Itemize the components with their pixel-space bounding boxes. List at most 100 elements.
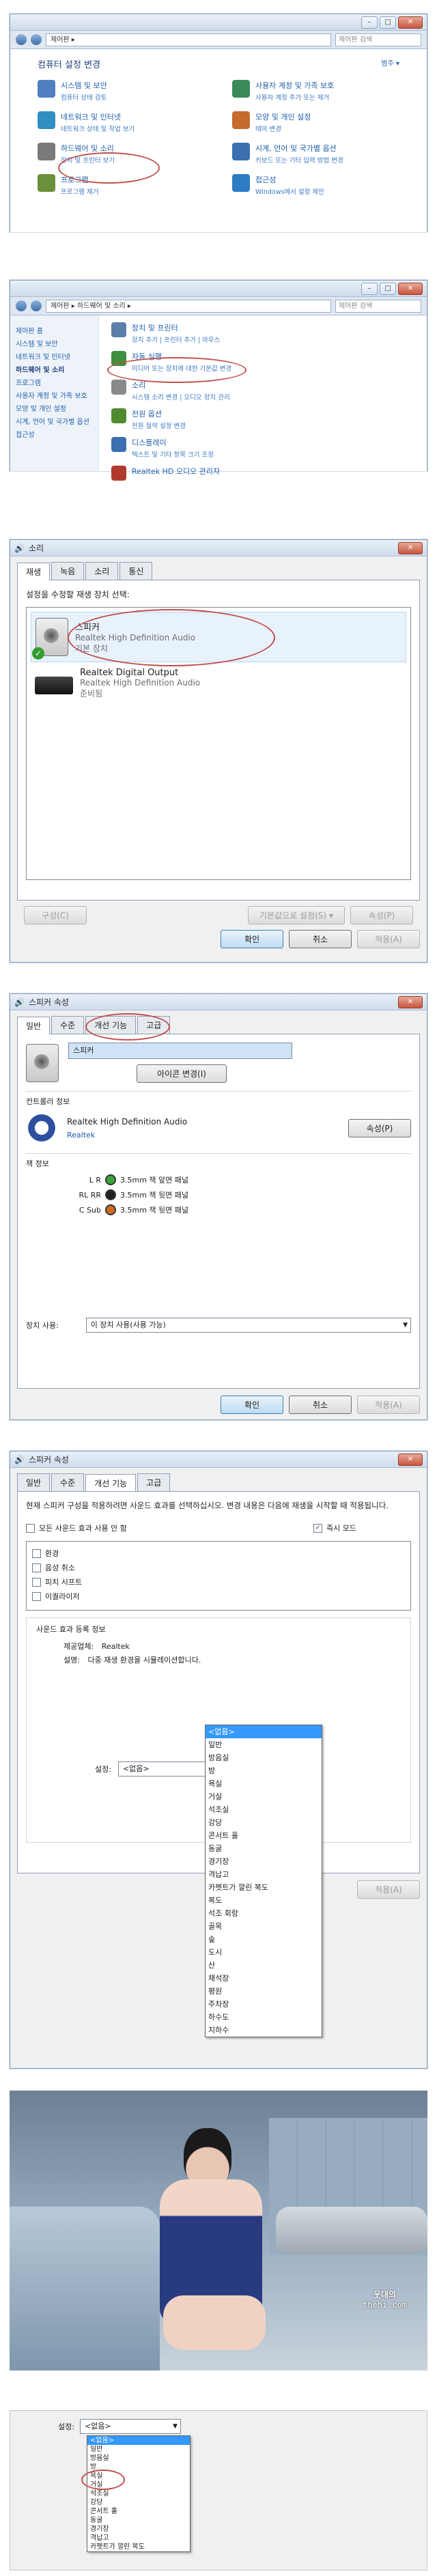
dropdown-option[interactable]: 지하수 xyxy=(206,2024,322,2037)
change-icon-button[interactable]: 아이콘 변경(I) xyxy=(137,1064,227,1083)
minimize-icon[interactable]: – xyxy=(361,16,378,29)
category-title[interactable]: 시스템 및 보안 xyxy=(61,80,107,91)
category-link[interactable]: Windows에서 설정 제안 xyxy=(255,186,324,196)
close-icon[interactable]: ✕ xyxy=(398,282,423,295)
tab[interactable]: 수준 xyxy=(51,1016,85,1034)
dropdown-option[interactable]: 평원 xyxy=(206,1985,322,1998)
immediate-mode-checkbox[interactable]: ✓ xyxy=(313,1523,323,1533)
dropdown-option[interactable]: 채석장 xyxy=(206,1972,322,1985)
hardware-item-links[interactable]: 시스템 소리 변경 | 오디오 장치 관리 xyxy=(132,392,230,401)
dropdown-option[interactable]: 석조 회랑 xyxy=(206,1907,322,1920)
properties-button[interactable]: 속성(P) xyxy=(350,906,413,924)
dropdown-option[interactable]: 방음실 xyxy=(206,1751,322,1764)
minimize-icon[interactable]: – xyxy=(361,282,378,295)
close-icon[interactable]: ✕ xyxy=(398,1453,423,1466)
sidebar-item[interactable]: 하드웨어 및 소리 xyxy=(16,364,93,374)
tab[interactable]: 재생 xyxy=(17,563,51,580)
category-item[interactable]: 시계, 언어 및 국가별 옵션 키보드 또는 기타 입력 방법 변경 xyxy=(232,143,399,165)
dropdown-option[interactable]: 경기장 xyxy=(87,2525,190,2534)
maximize-icon[interactable]: □ xyxy=(380,282,396,295)
dropdown-option[interactable]: 카펫트가 깔린 복도 xyxy=(87,2543,190,2551)
device-list[interactable]: ✓ 스피커 Realtek High Definition Audio 기본 장… xyxy=(26,607,411,880)
cancel-button[interactable]: 취소 xyxy=(289,1396,352,1414)
sidebar-item[interactable]: 접근성 xyxy=(16,429,93,439)
hardware-item[interactable]: 장치 및 프린터장치 추가 | 프린터 추가 | 마우스 xyxy=(111,322,414,344)
category-link[interactable]: 네트워크 상태 및 작업 보기 xyxy=(61,124,135,133)
setting-dropdown-list[interactable]: <없음> 일반 방음실 방 욕실 거실 석조실 강당 콘서트 홀 동굴 경기장 격납고 카펫트가 깔린 … xyxy=(205,1725,322,2037)
breadcrumb[interactable]: 제어판 ▸ xyxy=(46,33,331,46)
dropdown-option[interactable]: 일반 xyxy=(206,1738,322,1751)
category-item[interactable]: 모양 및 개인 설정테마 변경 xyxy=(232,111,399,133)
tab[interactable]: 통신 xyxy=(119,562,153,580)
category-title[interactable]: 시계, 언어 및 국가별 옵션 xyxy=(255,143,343,154)
hardware-item[interactable]: 디스플레이 텍스트 및 기타 항목 크기 조정 xyxy=(111,437,414,459)
effects-list[interactable]: 환경 음성 취소 피치 시프트 이퀄라이저 xyxy=(26,1541,411,1611)
sidebar-item[interactable]: 프로그램 xyxy=(16,377,93,387)
effect-item[interactable]: 환경 xyxy=(32,1548,405,1559)
forward-icon[interactable] xyxy=(31,34,42,45)
sidebar-item[interactable]: 네트워크 및 인터넷 xyxy=(16,351,93,361)
category-title[interactable]: 사용자 계정 및 가족 보호 xyxy=(255,80,334,91)
view-by-select[interactable]: 범주 ▾ xyxy=(381,57,399,70)
hardware-item-links[interactable]: 텍스트 및 기타 항목 크기 조정 xyxy=(132,449,214,459)
hardware-item-title[interactable]: 디스플레이 xyxy=(132,437,214,448)
apply-button[interactable]: 적용(A) xyxy=(357,1880,420,1899)
category-title[interactable]: 접근성 xyxy=(255,174,324,185)
category-link[interactable]: 프로그램 제거 xyxy=(61,186,98,196)
effect-checkbox[interactable] xyxy=(32,1548,41,1558)
category-item[interactable]: 네트워크 및 인터넷네트워크 상태 및 작업 보기 xyxy=(38,111,205,133)
search-input[interactable]: 제어판 검색 xyxy=(335,299,421,313)
dropdown-option[interactable]: 일반 xyxy=(87,2445,190,2454)
hardware-item-title[interactable]: Realtek HD 오디오 관리자 xyxy=(132,466,220,477)
dropdown-option[interactable]: 격납고 xyxy=(206,1868,322,1881)
category-title[interactable]: 네트워크 및 인터넷 xyxy=(61,111,135,122)
category-link[interactable]: 키보드 또는 기타 입력 방법 변경 xyxy=(255,155,343,165)
category-link[interactable]: 테마 변경 xyxy=(255,124,311,133)
effect-item[interactable]: 피치 시프트 xyxy=(32,1576,405,1587)
dropdown-option[interactable]: <없음> xyxy=(87,2436,190,2445)
device-digital-output[interactable]: Realtek Digital Output Realtek High Defi… xyxy=(31,662,406,705)
category-item[interactable]: 접근성 Windows에서 설정 제안 xyxy=(232,174,399,196)
dropdown-option[interactable]: 동굴 xyxy=(206,1842,322,1855)
dropdown-option[interactable]: 석조실 xyxy=(87,2489,190,2498)
dropdown-option[interactable]: 숲 xyxy=(206,1933,322,1946)
category-title[interactable]: 모양 및 개인 설정 xyxy=(255,111,311,122)
tab[interactable]: 소리 xyxy=(85,562,119,580)
dropdown-option[interactable]: 격납고 xyxy=(87,2534,190,2543)
dropdown-option[interactable]: 산 xyxy=(206,1959,322,1972)
dropdown-option[interactable]: <없음> xyxy=(206,1725,322,1738)
apply-button[interactable]: 적용(A) xyxy=(357,930,420,948)
setting-dropdown-list[interactable]: <없음> 일반 방음실 방 욕실 거실 석조실 강당 콘서트 홀 동굴 경기장 격납고 카펫트가 깔린 … xyxy=(87,2435,191,2552)
category-link[interactable]: 컴퓨터 상태 검토 xyxy=(61,92,107,102)
dropdown-option[interactable]: 카펫트가 깔린 복도 xyxy=(206,1881,322,1894)
dropdown-option[interactable]: 강당 xyxy=(87,2498,190,2507)
sidebar-item[interactable]: 시스템 및 보안 xyxy=(16,338,93,348)
hardware-item[interactable]: Realtek HD 오디오 관리자 xyxy=(111,466,414,481)
configure-button[interactable]: 구성(C) xyxy=(24,906,87,924)
hardware-item-links[interactable]: 장치 추가 | 프린터 추가 | 마우스 xyxy=(132,335,220,344)
dropdown-option[interactable]: 하수도 xyxy=(206,2011,322,2024)
breadcrumb[interactable]: 제어판 ▸ 하드웨어 및 소리 ▸ xyxy=(46,299,331,313)
tab[interactable]: 녹음 xyxy=(51,562,85,580)
back-icon[interactable] xyxy=(16,300,27,311)
tab[interactable]: 일반 xyxy=(17,1473,51,1491)
search-input[interactable]: 제어판 검색 xyxy=(335,33,421,46)
hardware-item-title[interactable]: 장치 및 프린터 xyxy=(132,322,220,333)
dropdown-option[interactable]: 방 xyxy=(206,1764,322,1777)
ok-button[interactable]: 확인 xyxy=(221,930,283,948)
effect-item[interactable]: 이퀄라이저 xyxy=(32,1591,405,1602)
sidebar-item[interactable]: 시계, 언어 및 국가별 옵션 xyxy=(16,416,93,426)
hardware-item[interactable]: 전원 옵션 전원 절약 설정 변경 xyxy=(111,408,414,430)
dropdown-option[interactable]: 콘서트 홀 xyxy=(206,1829,322,1842)
back-icon[interactable] xyxy=(16,34,27,45)
dropdown-option[interactable]: 강당 xyxy=(206,1816,322,1829)
dropdown-option[interactable]: 욕실 xyxy=(206,1777,322,1790)
cancel-button[interactable]: 취소 xyxy=(289,930,352,948)
dropdown-option[interactable]: 골목 xyxy=(206,1920,322,1933)
tab[interactable]: 고급 xyxy=(137,1473,171,1491)
dropdown-option[interactable]: 거실 xyxy=(206,1790,322,1803)
dropdown-option[interactable]: 도시 xyxy=(206,1946,322,1959)
category-item[interactable]: 시스템 및 보안 컴퓨터 상태 검토 xyxy=(38,80,205,102)
hardware-item[interactable]: 소리 시스템 소리 변경 | 오디오 장치 관리 xyxy=(111,380,414,401)
category-link[interactable]: 사용자 계정 추가 또는 제거 xyxy=(255,92,334,102)
